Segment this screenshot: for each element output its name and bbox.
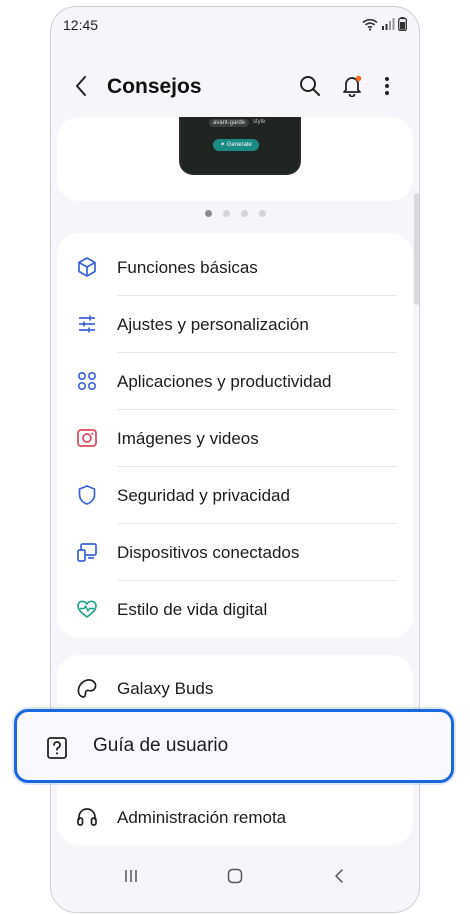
menu-item-seguridad[interactable]: Seguridad y privacidad: [57, 467, 413, 524]
menu-item-label: Dispositivos conectados: [117, 543, 300, 562]
menu-item-estilo-de-vida[interactable]: Estilo de vida digital: [57, 581, 413, 638]
page-dot-active: [204, 210, 212, 217]
banner-chip-right: style: [253, 119, 266, 125]
menu-item-label: Funciones básicas: [117, 258, 258, 277]
menu-item-label: Administración remota: [117, 808, 287, 827]
status-icons: [362, 17, 407, 31]
back-nav-icon[interactable]: [331, 868, 347, 884]
devices-icon: [77, 543, 97, 562]
page-dot: [258, 210, 266, 217]
menu-item-administracion-remota[interactable]: Administración remota: [57, 789, 413, 846]
banner-phone-image: avant-garde style ✶ Generate: [179, 117, 301, 175]
back-arrow-icon[interactable]: [69, 73, 95, 99]
menu-item-label: Aplicaciones y productividad: [117, 372, 332, 391]
page-dot: [222, 210, 230, 217]
page-dot: [240, 210, 248, 217]
page-title: Consejos: [107, 75, 202, 98]
navigation-bar: [51, 848, 419, 912]
menu-item-label: Guía de usuario: [93, 735, 229, 756]
menu-item-funciones-basicas[interactable]: Funciones básicas: [57, 239, 413, 296]
menu-item-ajustes[interactable]: Ajustes y personalización: [57, 296, 413, 353]
menu-item-label: Seguridad y privacidad: [117, 486, 290, 505]
menu-item-dispositivos[interactable]: Dispositivos conectados: [57, 524, 413, 581]
menu-item-imagenes[interactable]: Imágenes y videos: [57, 410, 413, 467]
tips-banner[interactable]: avant-garde style ✶ Generate: [57, 117, 413, 201]
help-book-icon: [47, 737, 67, 759]
heart-pulse-icon: [77, 600, 97, 618]
home-icon[interactable]: [227, 868, 243, 884]
status-time: 12:45: [63, 17, 99, 33]
camera-icon: [77, 429, 97, 447]
menu-item-label: Galaxy Buds: [117, 679, 214, 698]
status-bar: 12:45: [51, 7, 419, 43]
menu-item-label: Imágenes y videos: [117, 429, 259, 448]
earbuds-icon: [77, 679, 97, 698]
signal-icon: [382, 18, 395, 30]
wifi-icon: [362, 18, 378, 31]
sliders-icon: [79, 315, 95, 333]
menu-item-label: Estilo de vida digital: [117, 600, 268, 619]
banner-generate-button: ✶ Generate: [213, 139, 259, 151]
banner-chip-left: avant-garde: [209, 119, 250, 127]
headset-icon: [77, 808, 97, 826]
menu-item-label: Ajustes y personalización: [117, 315, 309, 334]
app-bar: Consejos: [51, 63, 419, 111]
page-indicator: [51, 210, 419, 217]
apps-grid-icon: [77, 371, 97, 391]
search-icon[interactable]: [299, 75, 321, 97]
menu-item-guia-de-usuario[interactable]: Guía de usuario: [14, 709, 454, 783]
notification-bell-icon[interactable]: [341, 75, 363, 97]
main-topics-card: Funciones básicas Ajustes y personalizac…: [57, 233, 413, 638]
menu-item-aplicaciones[interactable]: Aplicaciones y productividad: [57, 353, 413, 410]
recent-apps-icon[interactable]: [123, 868, 139, 884]
scrollbar[interactable]: [414, 193, 419, 305]
shield-icon: [78, 485, 96, 505]
battery-icon: [398, 17, 407, 31]
more-options-icon[interactable]: [381, 75, 393, 97]
cube-icon: [78, 257, 96, 277]
